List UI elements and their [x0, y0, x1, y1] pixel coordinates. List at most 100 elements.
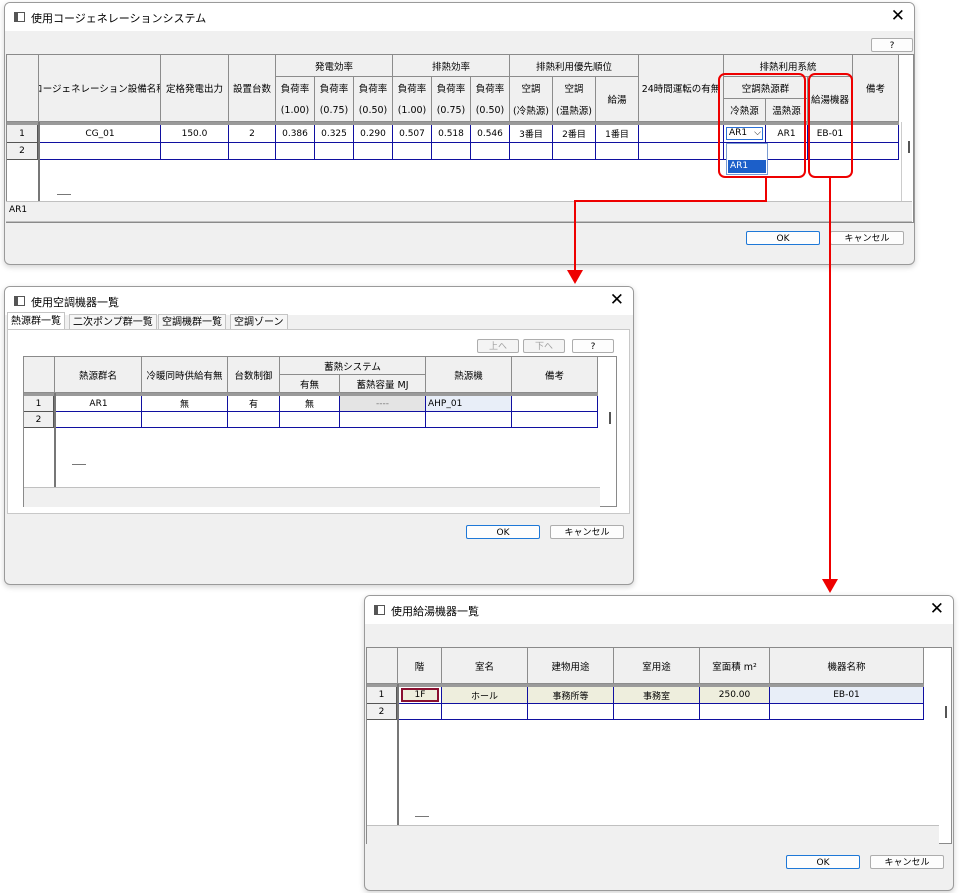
close-icon[interactable]: ✕ [610, 290, 624, 310]
cell-name[interactable]: CG_01 [40, 125, 161, 143]
row-number[interactable]: 1 [24, 396, 54, 412]
header-g-100: (1.00) [276, 99, 315, 122]
vertical-scrollbar[interactable] [609, 412, 611, 424]
cell-empty[interactable] [442, 704, 528, 720]
close-icon[interactable]: ✕ [930, 599, 944, 619]
cell-empty[interactable] [614, 704, 700, 720]
ok-button[interactable]: OK [746, 231, 820, 245]
vertical-scrollbar[interactable] [908, 141, 910, 153]
scroll-indicator [415, 816, 429, 817]
help-button[interactable]: ? [572, 339, 614, 353]
cell-area[interactable]: 250.00 [700, 687, 770, 704]
cell-group[interactable]: AR1 [56, 396, 142, 412]
window-title: 使用給湯機器一覧 [391, 605, 479, 618]
header-p-ac-2: 空調 [553, 77, 596, 99]
header-notes: 備考 [512, 357, 598, 393]
cell-g075[interactable]: 0.325 [315, 125, 354, 143]
cell-empty[interactable] [354, 143, 393, 160]
ok-button[interactable]: OK [466, 525, 540, 539]
cell-empty[interactable] [426, 412, 512, 428]
cell-empty[interactable] [853, 143, 899, 160]
row-number[interactable]: 2 [24, 412, 54, 428]
cell-empty[interactable] [770, 704, 924, 720]
row-header-corner [7, 55, 39, 122]
cell-empty[interactable] [553, 143, 596, 160]
cell-empty[interactable] [315, 143, 354, 160]
header-building-use: 建物用途 [528, 648, 614, 684]
cell-simul[interactable]: 無 [142, 396, 228, 412]
cell-empty[interactable] [340, 412, 426, 428]
row-header-corner [24, 357, 55, 393]
row-number[interactable]: 2 [367, 704, 397, 720]
cell-priority-hw[interactable]: 1番目 [596, 125, 639, 143]
cell-empty[interactable] [596, 143, 639, 160]
cell-empty[interactable] [432, 143, 471, 160]
cell-empty[interactable] [399, 704, 442, 720]
cell-empty[interactable] [700, 704, 770, 720]
cell-always-on[interactable] [639, 125, 724, 143]
cell-h075[interactable]: 0.518 [432, 125, 471, 143]
tab-secondary-pump-groups[interactable]: 二次ポンプ群一覧 [69, 314, 157, 330]
cell-empty[interactable] [471, 143, 510, 160]
header-g-075: (0.75) [315, 99, 354, 122]
cell-building-use[interactable]: 事務所等 [528, 687, 614, 704]
cell-capacity[interactable]: ---- [340, 396, 426, 412]
cell-notes[interactable] [512, 396, 598, 412]
cell-empty[interactable] [393, 143, 432, 160]
cell-output[interactable]: 150.0 [161, 125, 229, 143]
header-capacity: 蓄熱容量 MJ [340, 375, 426, 393]
cancel-button[interactable]: キャンセル [550, 525, 624, 539]
cell-h050[interactable]: 0.546 [471, 125, 510, 143]
cell-g100[interactable]: 0.386 [276, 125, 315, 143]
move-up-button[interactable]: 上へ [477, 339, 519, 353]
cell-h100[interactable]: 0.507 [393, 125, 432, 143]
header-heat-eff: 排熱効率 [393, 55, 510, 77]
cell-empty[interactable] [510, 143, 553, 160]
vertical-scrollbar[interactable] [945, 706, 947, 718]
cell-empty[interactable] [161, 143, 229, 160]
cancel-button[interactable]: キャンセル [830, 231, 904, 245]
move-down-button[interactable]: 下へ [523, 339, 565, 353]
cell-empty[interactable] [229, 143, 276, 160]
cell-count[interactable]: 2 [229, 125, 276, 143]
cell-empty[interactable] [639, 143, 724, 160]
row-number[interactable]: 1 [7, 125, 38, 143]
header-name: コージェネレーション設備名称 [39, 55, 161, 122]
hot-water-grid: 階 室名 建物用途 室用途 室面積 m² 機器名称 1 1F ホール 事務所等 … [366, 647, 952, 844]
cancel-button[interactable]: キャンセル [870, 855, 944, 869]
cell-exists[interactable]: 無 [280, 396, 340, 412]
cell-empty[interactable] [512, 412, 598, 428]
floor-selected-box[interactable]: 1F [401, 688, 439, 702]
row-number[interactable]: 2 [7, 143, 38, 160]
tab-ac-zones[interactable]: 空調ゾーン [230, 314, 288, 330]
cell-empty[interactable] [142, 412, 228, 428]
cell-empty[interactable] [56, 412, 142, 428]
status-text: AR1 [9, 205, 28, 215]
cell-empty[interactable] [40, 143, 161, 160]
row-number[interactable]: 1 [367, 687, 397, 704]
cell-control[interactable]: 有 [228, 396, 280, 412]
window-icon [374, 605, 385, 615]
cell-priority-cool[interactable]: 3番目 [510, 125, 553, 143]
cell-floor[interactable]: 1F [399, 687, 442, 704]
cell-notes[interactable] [853, 125, 899, 143]
tab-ac-unit-groups[interactable]: 空調機群一覧 [158, 314, 226, 330]
header-g-loadrate-3: 負荷率 [354, 77, 393, 99]
help-button[interactable]: ? [871, 38, 913, 52]
ok-button[interactable]: OK [786, 855, 860, 869]
close-icon[interactable]: ✕ [891, 6, 905, 26]
cell-priority-heat[interactable]: 2番目 [553, 125, 596, 143]
cell-room-use[interactable]: 事務室 [614, 687, 700, 704]
cell-g050[interactable]: 0.290 [354, 125, 393, 143]
heat-source-grid: 熱源群名 冷暖同時供給有無 台数制御 蓄熱システム 有無 蓄熱容量 MJ 熱源機… [23, 356, 617, 507]
cell-empty[interactable] [280, 412, 340, 428]
header-gen-eff: 発電効率 [276, 55, 393, 77]
cell-empty[interactable] [276, 143, 315, 160]
cell-empty[interactable] [228, 412, 280, 428]
cell-source[interactable]: AHP_01 [426, 396, 512, 412]
header-h-loadrate-2: 負荷率 [432, 77, 471, 99]
cell-equipment[interactable]: EB-01 [770, 687, 924, 704]
cell-empty[interactable] [528, 704, 614, 720]
cell-room[interactable]: ホール [442, 687, 528, 704]
header-h-loadrate-1: 負荷率 [393, 77, 432, 99]
